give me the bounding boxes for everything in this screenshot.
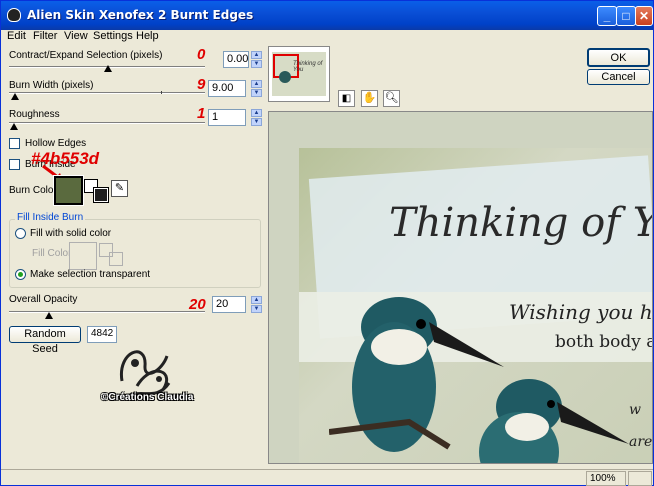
roughness-slider-thumb[interactable] [10, 123, 18, 130]
ok-button[interactable]: OK [587, 48, 650, 67]
burn-width-label: Burn Width (pixels) [9, 80, 94, 91]
hollow-edges-checkbox[interactable] [9, 138, 20, 149]
make-transparent-label: Make selection transparent [30, 269, 151, 280]
contract-input[interactable]: 0.00 [223, 51, 249, 68]
fill-solid-radio[interactable] [15, 228, 26, 239]
window-title: Alien Skin Xenofex 2 Burnt Edges [27, 8, 254, 22]
menu-help[interactable]: Help [136, 30, 159, 42]
burn-inside-checkbox[interactable] [9, 159, 20, 170]
close-button[interactable]: ✕ [635, 6, 653, 26]
burn-width-spinner[interactable]: ▲ ▼ [251, 80, 262, 97]
burn-width-tick [161, 91, 162, 94]
burn-color-label: Burn Color [9, 185, 57, 196]
opacity-slider-track[interactable] [9, 311, 205, 313]
opacity-slider-thumb[interactable] [45, 312, 53, 319]
status-bar: 100% [1, 469, 653, 486]
menu-edit[interactable]: Edit [7, 30, 26, 42]
menu-filter[interactable]: Filter [33, 30, 57, 42]
preview-toggle-icon[interactable]: ◧ [338, 90, 355, 107]
fill-black-swatch [109, 252, 123, 266]
preview-canvas[interactable]: Thinking of Yo Wishing you hea both body… [268, 111, 653, 464]
opacity-input[interactable]: 20 [212, 296, 246, 313]
burn-color-swatch[interactable] [53, 175, 84, 206]
opacity-spinner[interactable]: ▲ ▼ [251, 296, 262, 313]
roughness-label: Roughness [9, 109, 60, 120]
zoom-level: 100% [586, 471, 626, 486]
title-bar[interactable]: Alien Skin Xenofex 2 Burnt Edges _ □ ✕ [1, 1, 653, 30]
black-swatch[interactable] [93, 187, 109, 203]
burn-width-slider-thumb[interactable] [11, 93, 19, 100]
fill-inside-burn-label: Fill Inside Burn [15, 212, 86, 223]
contract-spinner[interactable]: ▲ ▼ [251, 51, 262, 68]
random-seed-button[interactable]: Random Seed [9, 326, 81, 355]
fill-color-label: Fill Color [32, 248, 72, 259]
fill-solid-label: Fill with solid color [30, 228, 112, 239]
eyedropper-icon[interactable]: ✎ [111, 180, 128, 197]
roughness-input[interactable]: 1 [208, 109, 246, 126]
menu-bar: Edit Filter View Settings Help [1, 30, 653, 43]
menu-settings[interactable]: Settings [93, 30, 133, 42]
burn-width-slider-track[interactable] [9, 92, 205, 94]
kingfisher-birds-image [329, 297, 629, 463]
make-transparent-radio[interactable] [15, 269, 26, 280]
thumbnail-text: Thinking of You [293, 61, 323, 73]
watermark-text: ©Créations Claudia [101, 392, 194, 403]
hollow-edges-label: Hollow Edges [25, 138, 87, 149]
app-window: Alien Skin Xenofex 2 Burnt Edges _ □ ✕ E… [0, 0, 654, 486]
fill-color-swatch [69, 242, 97, 270]
maximize-button[interactable]: □ [616, 6, 636, 26]
roughness-slider-track[interactable] [9, 122, 205, 124]
navigator-thumbnail[interactable]: Thinking of You [268, 46, 330, 102]
minimize-button[interactable]: _ [597, 6, 617, 26]
contract-annotation: 0 [197, 46, 206, 63]
alien-skin-icon [7, 8, 21, 22]
burn-width-annotation: 9 [197, 76, 206, 93]
contract-slider-thumb[interactable] [104, 65, 112, 72]
burn-width-input[interactable]: 9.00 [208, 80, 246, 97]
roughness-spinner[interactable]: ▲ ▼ [251, 109, 262, 126]
contract-label: Contract/Expand Selection (pixels) [9, 50, 163, 61]
opacity-label: Overall Opacity [9, 294, 78, 305]
hand-tool-icon[interactable]: ✋ [361, 90, 378, 107]
thumbnail-bird [279, 71, 291, 83]
roughness-annotation: 1 [197, 105, 206, 122]
cancel-button[interactable]: Cancel [587, 69, 650, 85]
card-headline: Thinking of Yo [389, 200, 653, 246]
menu-view[interactable]: View [64, 30, 88, 42]
zoom-tool-icon[interactable]: 🔍︎ [383, 90, 400, 107]
status-resize-grip[interactable] [628, 471, 652, 486]
